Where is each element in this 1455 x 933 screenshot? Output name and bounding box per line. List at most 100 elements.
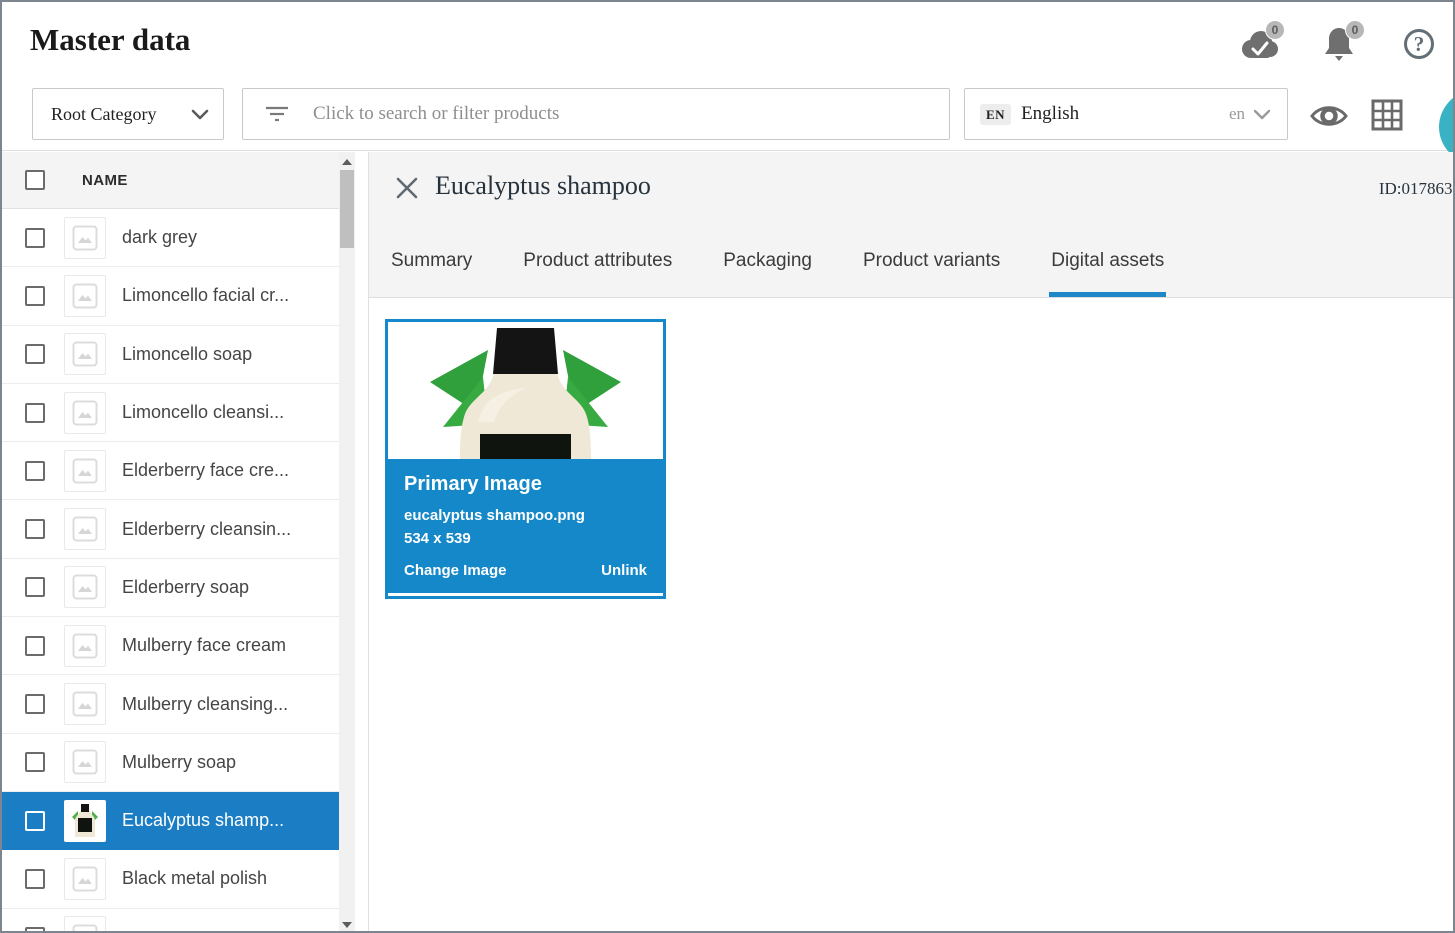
row-thumbnail [64,217,106,259]
primary-image-card[interactable]: Primary Image eucalyptus shampoo.png 534… [385,319,666,599]
list-item[interactable]: Limoncello cleansi... [2,384,339,442]
list-item[interactable]: Limoncello facial cr... [2,267,339,325]
image-placeholder-icon [72,574,98,600]
row-label: Mulberry face cream [122,635,286,656]
row-thumbnail [64,508,106,550]
row-checkbox[interactable] [25,403,45,423]
product-thumbnail-icon [66,801,104,841]
image-placeholder-icon [72,924,98,933]
image-placeholder-icon [72,400,98,426]
image-placeholder-icon [72,516,98,542]
list-item[interactable]: Mulberry soap [2,734,339,792]
row-checkbox[interactable] [25,636,45,656]
search-input[interactable]: Click to search or filter products [242,88,950,140]
help-icon: ? [1404,29,1434,59]
language-label: English [1021,103,1079,125]
row-checkbox[interactable] [25,461,45,481]
tab-product-variants[interactable]: Product variants [861,224,1002,297]
row-thumbnail [64,392,106,434]
scroll-down-arrow-icon[interactable] [342,922,352,928]
scrollbar-thumb[interactable] [340,170,354,248]
row-checkbox[interactable] [25,577,45,597]
notification-badge: 0 [1345,20,1365,40]
select-all-checkbox[interactable] [25,170,45,190]
language-selector[interactable]: EN English en [964,88,1288,140]
row-thumbnail [64,275,106,317]
image-placeholder-icon [72,749,98,775]
row-checkbox[interactable] [25,344,45,364]
list-item[interactable]: Elderberry face cre... [2,442,339,500]
grid-view-button[interactable] [1370,98,1404,132]
row-label: Eucalyptus shamp... [122,810,284,831]
image-placeholder-icon [72,866,98,892]
list-item[interactable]: dark grey [2,209,339,267]
list-item[interactable]: Limoncello soap [2,326,339,384]
chevron-down-icon [1253,109,1271,120]
list-item[interactable]: Black metal polish [2,850,339,908]
language-flag-badge: EN [980,104,1011,125]
row-label: dark grey [122,227,197,248]
row-checkbox[interactable] [25,694,45,714]
asset-filename: eucalyptus shampoo.png [404,507,647,524]
row-label: Limoncello soap [122,344,252,365]
asset-dimensions: 534 x 539 [404,530,647,547]
list-header: NAME [2,152,339,209]
row-label: Elderberry soap [122,577,249,598]
row-thumbnail [64,741,106,783]
image-placeholder-icon [72,691,98,717]
row-label: Elderberry face cre... [122,460,289,481]
row-label: Black metal polish [122,868,267,889]
language-code: en [1229,104,1245,124]
image-placeholder-icon [72,283,98,309]
list-item[interactable]: Elderberry cleansin... [2,500,339,558]
notifications-button[interactable]: 0 [1319,24,1359,64]
asset-info-overlay: Primary Image eucalyptus shampoo.png 534… [388,459,663,593]
list-item[interactable]: Elderberry soap [2,559,339,617]
list-item[interactable]: Mulberry face cream [2,617,339,675]
help-button[interactable]: ? [1399,24,1439,64]
scroll-up-arrow-icon[interactable] [342,159,352,165]
page-title: Master data [30,22,190,58]
app-window: Master data 0 0 ? [0,0,1455,933]
list-item[interactable]: Mulberry cleansing... [2,675,339,733]
row-checkbox[interactable] [25,228,45,248]
unlink-link[interactable]: Unlink [601,562,647,579]
row-thumbnail [64,800,106,842]
tab-packaging[interactable]: Packaging [721,224,814,297]
list-scrollbar[interactable] [339,152,355,933]
sync-status-button[interactable]: 0 [1239,24,1279,64]
category-dropdown[interactable]: Root Category [32,88,224,140]
tab-product-attributes[interactable]: Product attributes [521,224,674,297]
row-thumbnail [64,858,106,900]
row-thumbnail [64,625,106,667]
asset-title: Primary Image [404,473,647,496]
row-checkbox[interactable] [25,927,45,933]
row-checkbox[interactable] [25,811,45,831]
product-list: dark grey Limoncello facial cr... Limonc… [2,209,339,933]
row-thumbnail [64,916,106,933]
list-item[interactable]: Eucalyptus shamp... [2,792,339,850]
row-checkbox[interactable] [25,519,45,539]
top-icon-group: 0 0 ? [1239,24,1439,64]
change-image-link[interactable]: Change Image [404,562,507,579]
detail-panel: Eucalyptus shampoo ID:0178633 Summary Pr… [369,152,1453,933]
tab-summary[interactable]: Summary [389,224,474,297]
product-list-pane: NAME dark grey Limoncello facial cr... L… [2,152,339,933]
image-placeholder-icon [72,458,98,484]
tab-digital-assets[interactable]: Digital assets [1049,224,1166,297]
close-icon[interactable] [395,176,419,200]
list-item[interactable] [2,909,339,933]
row-checkbox[interactable] [25,869,45,889]
preview-button[interactable] [1308,101,1350,131]
row-checkbox[interactable] [25,286,45,306]
row-label: Limoncello facial cr... [122,285,289,306]
row-thumbnail [64,566,106,608]
eye-icon [1309,102,1349,130]
row-label: Mulberry soap [122,752,236,773]
sync-badge: 0 [1265,20,1285,40]
row-checkbox[interactable] [25,752,45,772]
image-placeholder-icon [72,225,98,251]
row-label: Mulberry cleansing... [122,694,288,715]
filter-icon [265,105,289,123]
name-column-header: NAME [82,172,128,189]
